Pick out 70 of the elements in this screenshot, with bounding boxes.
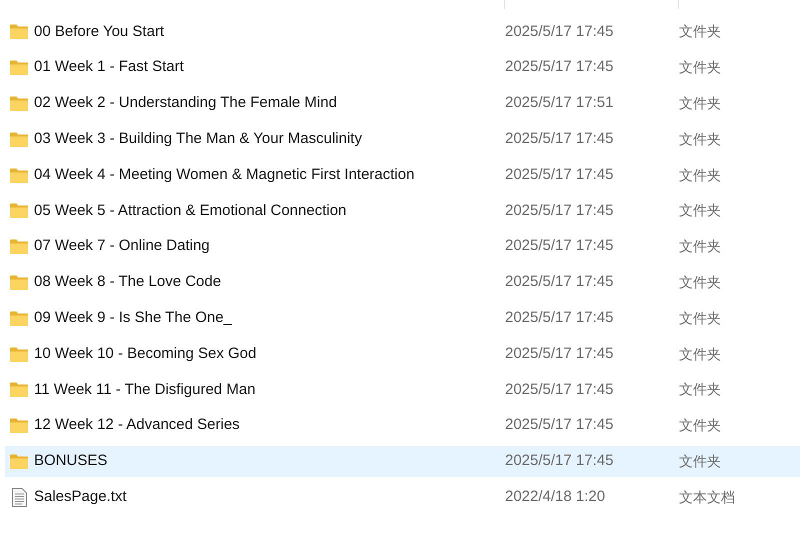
folder-icon (10, 132, 28, 147)
file-row[interactable]: 05 Week 5 - Attraction & Emotional Connection 2025/5/17 17:45 文件夹 (5, 195, 800, 226)
file-row[interactable]: 12 Week 12 - Advanced Series 2025/5/17 17:45 文件夹 (5, 410, 800, 442)
file-type: 文件夹 (679, 344, 721, 364)
file-row[interactable]: 10 Week 10 - Becoming Sex God 2025/5/17 17:45 文件夹 (5, 338, 800, 370)
file-row[interactable]: 01 Week 1 - Fast Start 2025/5/17 17:45 文件夹 (5, 52, 800, 84)
file-type: 文件夹 (679, 58, 721, 78)
file-row[interactable]: 08 Week 8 - The Love Code 2025/5/17 17:45 文件夹 (5, 266, 800, 298)
modified-date: 2025/5/17 17:45 (505, 344, 614, 364)
file-name: 11 Week 11 - The Disfigured Man (34, 380, 256, 400)
file-type: 文本文档 (679, 488, 735, 507)
modified-date: 2025/5/17 17:45 (505, 415, 614, 436)
file-type: 文件夹 (679, 237, 721, 256)
modified-date: 2025/5/17 17:45 (505, 129, 614, 150)
file-type: 文件夹 (679, 380, 721, 400)
file-type: 文件夹 (679, 166, 721, 185)
file-name: 12 Week 12 - Advanced Series (34, 415, 241, 436)
file-name: SalesPage.txt (34, 487, 128, 507)
folder-icon (10, 24, 28, 40)
file-row[interactable]: 07 Week 7 - Online Dating 2025/5/17 17:45 文件夹 (5, 231, 800, 262)
file-row[interactable]: 02 Week 2 - Understanding The Female Mind 2025/5/17 17:51 文件夹 (5, 88, 800, 119)
folder-icon (10, 418, 28, 434)
file-type: 文件夹 (679, 452, 721, 471)
folder-icon (10, 346, 28, 362)
folder-icon (10, 454, 28, 469)
folder-icon (10, 60, 28, 76)
folder-icon (10, 310, 28, 326)
file-row[interactable]: 11 Week 11 - The Disfigured Man 2025/5/17 17:45 文件夹 (5, 374, 800, 406)
folder-icon (10, 96, 28, 111)
file-row[interactable]: 09 Week 9 - Is She The One_ 2025/5/17 17:45 文件夹 (5, 302, 800, 334)
folder-icon (10, 203, 28, 218)
modified-date: 2025/5/17 17:45 (505, 57, 614, 78)
file-name: 03 Week 3 - Building The Man & Your Masculinity (34, 129, 363, 150)
modified-date: 2025/5/17 17:45 (505, 380, 614, 400)
modified-date: 2025/5/17 17:45 (505, 272, 614, 292)
modified-date: 2025/5/17 17:45 (505, 236, 614, 256)
file-name: 00 Before You Start (34, 22, 166, 42)
file-name: 05 Week 5 - Attraction & Emotional Connection (34, 200, 348, 221)
modified-date: 2025/5/17 17:45 (505, 451, 614, 472)
modified-date: 2025/5/17 17:51 (505, 93, 614, 114)
file-type: 文件夹 (679, 416, 721, 436)
file-name: 08 Week 8 - The Love Code (34, 272, 222, 292)
modified-date: 2025/5/17 17:45 (505, 22, 614, 42)
file-row[interactable]: SalesPage.txt 2022/4/18 1:20 文本文档 (5, 482, 800, 513)
file-type: 文件夹 (679, 308, 721, 328)
modified-date: 2025/5/17 17:45 (505, 308, 614, 328)
folder-icon (10, 239, 28, 254)
file-type: 文件夹 (679, 130, 721, 149)
file-row[interactable]: 03 Week 3 - Building The Man & Your Masculinity 2025/5/17 17:45 文件夹 (5, 124, 800, 155)
folder-icon (10, 168, 28, 183)
file-name: 09 Week 9 - Is She The One_ (34, 308, 233, 328)
modified-date: 2025/5/17 17:45 (505, 164, 614, 185)
file-name: 04 Week 4 - Meeting Women & Magnetic First Interaction (34, 164, 416, 185)
file-name: 02 Week 2 - Understanding The Female Mind (34, 93, 338, 114)
folder-icon (10, 274, 28, 290)
file-name: 10 Week 10 - Becoming Sex God (34, 344, 258, 364)
modified-date: 2025/5/17 17:45 (505, 200, 614, 221)
file-row[interactable]: 00 Before You Start 2025/5/17 17:45 文件夹 (5, 16, 800, 48)
file-name: BONUSES (34, 451, 108, 472)
file-type: 文件夹 (679, 22, 721, 42)
file-row[interactable]: BONUSES 2025/5/17 17:45 文件夹 (5, 446, 800, 477)
file-type: 文件夹 (679, 201, 721, 220)
file-name: 07 Week 7 - Online Dating (34, 236, 211, 256)
file-type: 文件夹 (679, 272, 721, 292)
text-file-icon (12, 488, 26, 507)
modified-date: 2022/4/18 1:20 (505, 487, 606, 507)
folder-icon (10, 382, 28, 398)
file-row[interactable]: 04 Week 4 - Meeting Women & Magnetic First Interaction 2025/5/17 17:45 文件夹 (5, 160, 800, 191)
file-type: 文件夹 (679, 94, 721, 113)
file-name: 01 Week 1 - Fast Start (34, 57, 185, 78)
